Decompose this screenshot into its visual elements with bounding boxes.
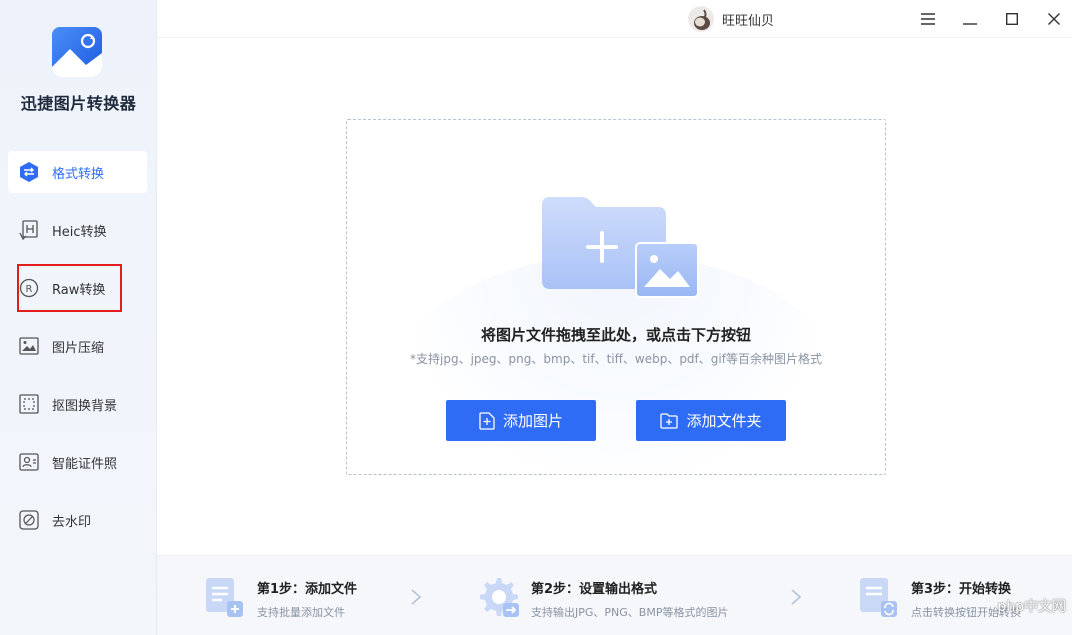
id-photo-icon [18,451,40,473]
step-title: 第3步：开始转换 [911,582,1012,597]
highlight-box [17,264,122,312]
sidebar-item-label: 去水印 [52,514,92,530]
username: 旺旺仙贝 [722,13,775,29]
title-bar: 旺旺仙贝 [157,0,1072,38]
swap-icon [18,161,40,183]
watermark-text: php中文网 [997,599,1066,615]
sidebar-item-cutout[interactable]: 抠图换背景 [8,383,147,425]
step-title: 第1步：添加文件 [257,582,358,597]
file-drop-zone[interactable]: 将图片文件拖拽至此处，或点击下方按钮 *支持jpg、jpeg、png、bmp、t… [346,119,886,475]
watermark-remove-icon [18,509,40,531]
chevron-right-icon [409,588,423,606]
sidebar-item-label: 抠图换背景 [52,398,118,414]
app-window: 迅捷图片转换器 格式转换 Heic转换 R Raw转换 图片压缩 抠图换背景 智… [0,0,1072,635]
step-desc: 支持批量添加文件 [257,606,345,619]
maximize-button[interactable] [1001,8,1023,30]
minimize-icon [963,10,977,29]
image-compress-icon [18,335,40,357]
menu-button[interactable] [917,8,939,30]
minimize-button[interactable] [959,8,981,30]
sidebar-item-label: Heic转换 [52,224,107,240]
add-folder-label: 添加文件夹 [686,412,762,430]
step-desc: 支持输出JPG、PNG、BMP等格式的图片 [531,606,729,619]
step-1: 第1步：添加文件 支持批量添加文件 [203,575,357,620]
add-file-step-icon [203,575,247,619]
sidebar-item-label: 图片压缩 [52,340,105,356]
sidebar: 迅捷图片转换器 格式转换 Heic转换 R Raw转换 图片压缩 抠图换背景 智… [0,0,157,635]
sidebar-item-label: 格式转换 [52,166,105,182]
supported-formats-hint: *支持jpg、jpeg、png、bmp、tif、tiff、webp、pdf、gi… [410,352,822,366]
sidebar-item-image-compress[interactable]: 图片压缩 [8,325,147,367]
cutout-icon [18,393,40,415]
app-name: 迅捷图片转换器 [20,94,137,113]
sidebar-item-format-convert[interactable]: 格式转换 [8,151,147,193]
app-logo [52,27,102,77]
add-image-label: 添加图片 [502,412,563,430]
add-folder-icon [660,412,679,429]
user-info[interactable]: 旺旺仙贝 [688,6,774,32]
add-image-button[interactable]: 添加图片 [446,400,596,441]
avatar[interactable] [688,6,714,32]
drop-zone-title: 将图片文件拖拽至此处，或点击下方按钮 [480,326,751,344]
sidebar-item-watermark-remove[interactable]: 去水印 [8,499,147,541]
sidebar-item-heic[interactable]: Heic转换 [8,209,147,251]
sidebar-item-id-photo[interactable]: 智能证件照 [8,441,147,483]
add-folder-illustration-icon [540,195,700,305]
step-title: 第2步：设置输出格式 [531,582,658,597]
add-folder-button[interactable]: 添加文件夹 [636,400,786,441]
menu-icon [921,10,935,29]
close-button[interactable] [1043,8,1065,30]
step-2: 第2步：设置输出格式 支持输出JPG、PNG、BMP等格式的图片 [477,575,728,620]
maximize-icon [1005,10,1019,29]
add-file-icon [479,411,495,430]
heic-icon [18,219,40,241]
steps-guide: 第1步：添加文件 支持批量添加文件 第2步：设置输出格式 支持输出JPG、PNG… [157,555,1072,635]
close-icon [1048,10,1060,29]
sidebar-item-label: 智能证件照 [52,456,118,472]
chevron-right-icon [789,588,803,606]
convert-step-icon [857,575,901,619]
settings-step-icon [477,575,521,619]
